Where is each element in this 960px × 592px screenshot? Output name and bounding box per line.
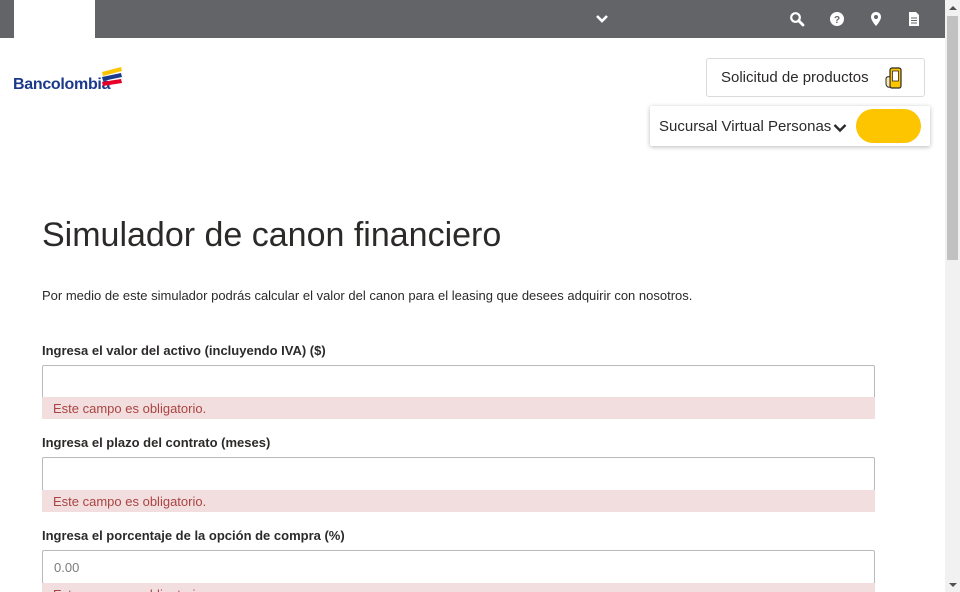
- asset-value-error: Este campo es obligatorio.: [42, 397, 875, 419]
- purchase-option-input[interactable]: [42, 550, 875, 584]
- contract-term-error: Este campo es obligatorio.: [42, 490, 875, 512]
- bancolombia-logo[interactable]: Bancolombia: [13, 64, 133, 98]
- purchase-option-error: Este campo es obligatorio.: [42, 583, 875, 592]
- logo-mark-icon: [99, 66, 125, 93]
- purchase-option-label: Ingresa el porcentaje de la opción de co…: [42, 528, 345, 543]
- asset-value-input[interactable]: [42, 365, 875, 399]
- page-scrollbar[interactable]: [945, 0, 960, 592]
- scroll-up-arrow-icon[interactable]: [945, 0, 960, 15]
- location-icon[interactable]: [868, 11, 884, 27]
- search-icon[interactable]: [789, 11, 805, 27]
- active-tab[interactable]: [14, 0, 95, 38]
- enter-button[interactable]: [856, 109, 921, 143]
- logo-text: Bancolombia: [13, 76, 111, 93]
- contract-term-input[interactable]: [42, 457, 875, 491]
- product-request-label: Solicitud de productos: [721, 69, 869, 86]
- chevron-down-icon[interactable]: [594, 11, 610, 27]
- scroll-down-arrow-icon[interactable]: [945, 577, 960, 592]
- branch-label: Sucursal Virtual Personas: [659, 118, 832, 135]
- svg-text:?: ?: [834, 15, 840, 26]
- product-request-button[interactable]: Solicitud de productos: [706, 58, 925, 97]
- help-icon[interactable]: ?: [829, 11, 845, 27]
- branch-selector[interactable]: Sucursal Virtual Personas: [650, 106, 930, 146]
- intro-text: Por medio de este simulador podrás calcu…: [42, 288, 693, 303]
- asset-value-label: Ingresa el valor del activo (incluyendo …: [42, 343, 326, 358]
- hand-phone-icon: [884, 67, 906, 96]
- chevron-down-icon[interactable]: [833, 120, 847, 138]
- scrollbar-thumb[interactable]: [947, 16, 958, 260]
- top-nav-bar: ?: [0, 0, 945, 38]
- page-title: Simulador de canon financiero: [42, 216, 502, 254]
- document-icon[interactable]: [906, 11, 922, 27]
- contract-term-label: Ingresa el plazo del contrato (meses): [42, 435, 271, 450]
